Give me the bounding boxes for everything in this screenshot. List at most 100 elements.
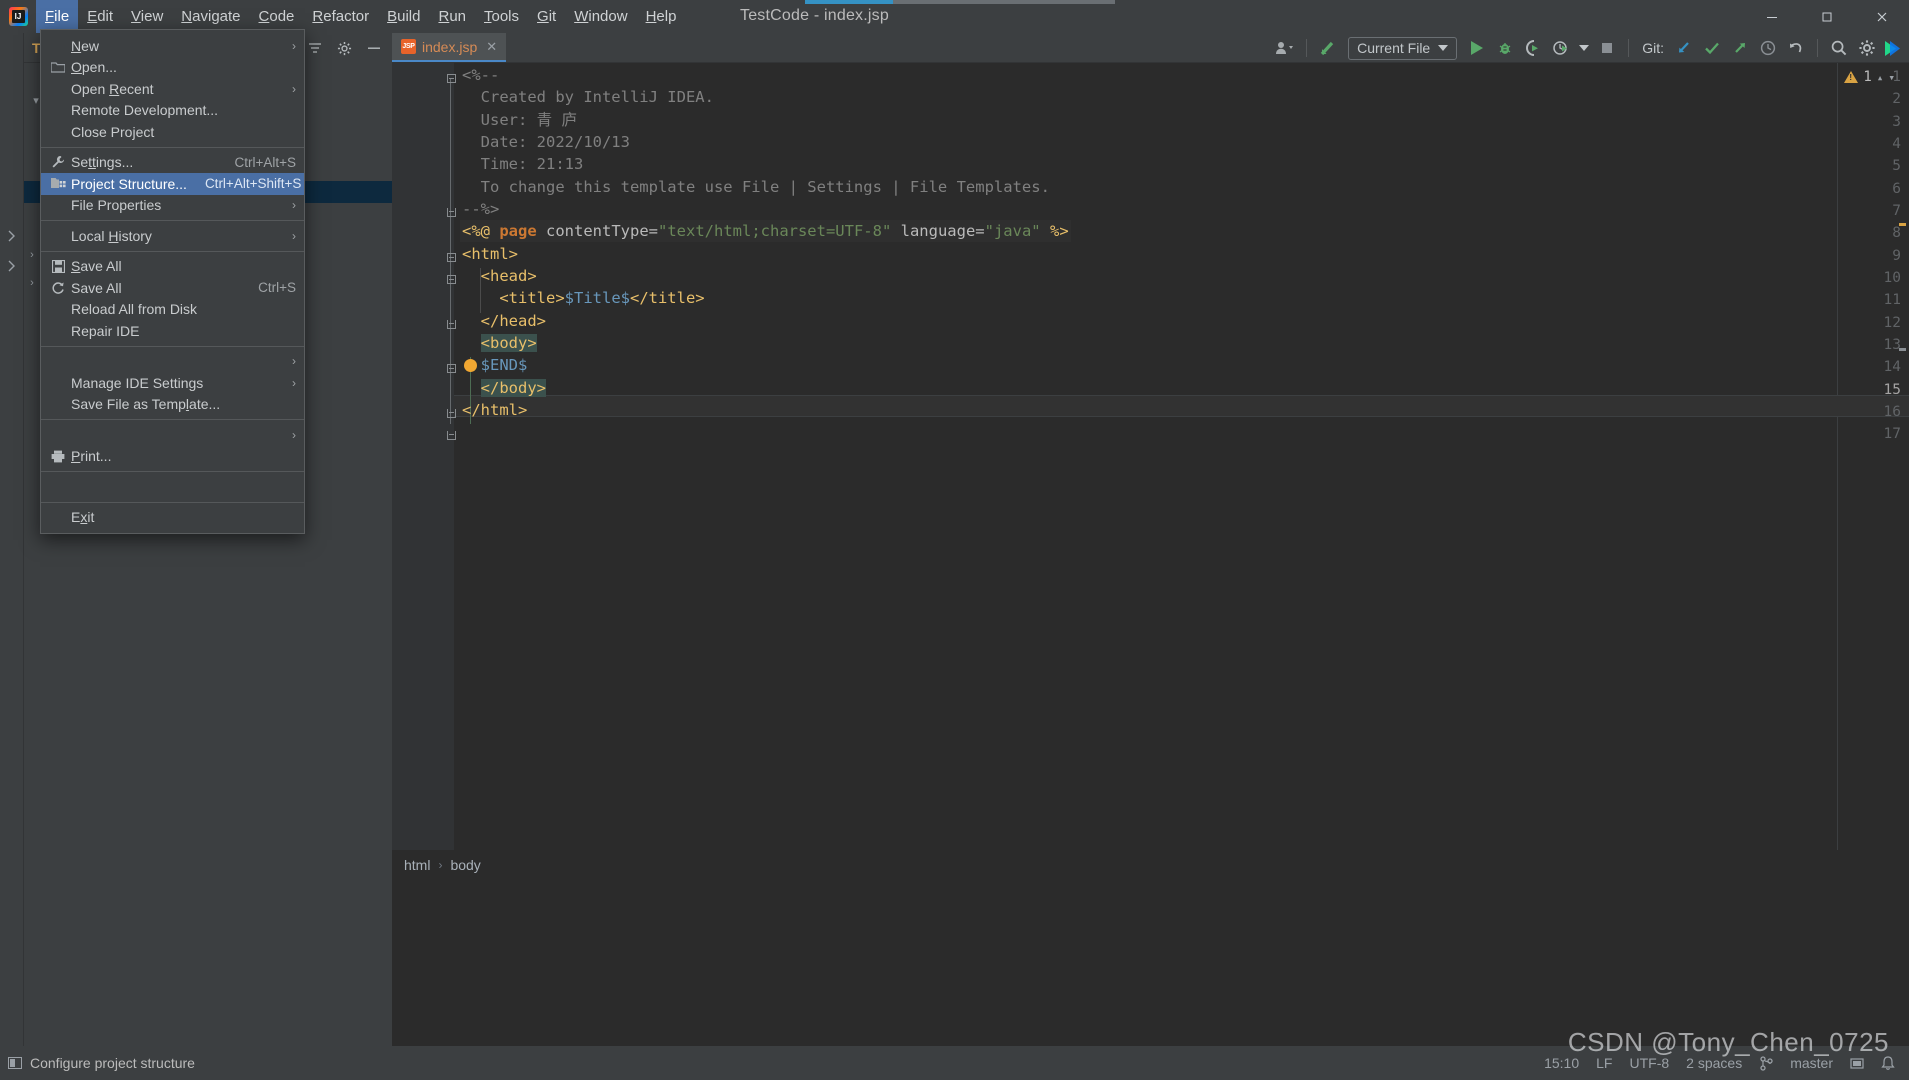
settings-gear-button[interactable] [1853,33,1881,63]
menu-item-save-all[interactable]: Save All [41,256,304,278]
menu-item-save-file-as-template[interactable]: Save File as Template... [41,394,304,416]
menu-separator [41,501,304,503]
menu-separator [41,471,304,472]
status-encoding[interactable]: UTF-8 [1629,1055,1669,1071]
menu-help[interactable]: Help [637,0,686,33]
user-account-icon[interactable] [1271,33,1299,63]
line-number: 15 [1883,382,1901,398]
fold-toggle-html[interactable] [444,246,458,268]
fold-toggle-head-close[interactable] [444,313,458,335]
line-number: 8 [1892,225,1901,241]
intention-bulb-icon[interactable] [464,359,477,372]
debug-bug-icon [1499,43,1511,54]
minimize-button[interactable] [1744,0,1799,33]
run-with-coverage-button[interactable] [1519,33,1547,63]
menu-item-local-history[interactable]: Local History › [41,225,304,247]
hide-panel-icon[interactable] [366,40,382,56]
git-update-button[interactable] [1670,33,1698,63]
chevron-down-icon[interactable]: ▾ [1888,71,1895,84]
menu-item-project-structure[interactable]: Project Structure... Ctrl+Alt+Shift+S [41,173,304,195]
fold-toggle-comment-open[interactable] [444,67,458,89]
git-push-button[interactable] [1726,33,1754,63]
menu-item-shortcut: Ctrl+S [258,280,296,296]
menu-tools[interactable]: Tools [475,0,528,33]
title-progress-bar [805,0,1115,4]
git-rollback-button[interactable] [1782,33,1810,63]
status-indent[interactable]: 2 spaces [1686,1055,1742,1071]
menu-item-label: Print... [71,448,112,465]
run-icon [1471,41,1484,55]
menu-item-label: Project Structure... [71,175,187,192]
status-line-separator[interactable]: LF [1596,1055,1612,1071]
menu-item-repair-ide[interactable]: Reload All from Disk [41,299,304,321]
menu-item-file-properties[interactable]: File Properties › [41,195,304,217]
status-git-branch[interactable]: master [1790,1055,1833,1071]
chevron-down-icon [1579,45,1590,51]
profiler-icon [1553,41,1568,55]
menu-item-label: Reload All from Disk [71,301,198,318]
maximize-button[interactable] [1799,0,1854,33]
line-number-gutter [392,63,454,850]
rail-chevron-project[interactable] [4,228,20,244]
menu-item-print[interactable]: Print... [41,446,304,468]
chevron-right-icon[interactable]: › [26,249,38,261]
line-number: 11 [1883,292,1901,308]
code-editor[interactable]: 1 2 3 4 5 6 7 8 9 10 11 12 13 14 15 16 1… [392,63,1909,850]
chevron-up-icon[interactable]: ▴ [1877,71,1884,84]
chevron-right-icon: › [292,375,296,390]
build-icon[interactable] [1314,33,1342,63]
git-history-button[interactable] [1754,33,1782,63]
profiler-dropdown[interactable] [1575,33,1593,63]
menu-item-power-save-mode[interactable] [41,476,304,498]
menu-item-new[interactable]: New › [41,35,304,57]
memory-indicator-icon[interactable] [1850,1056,1864,1070]
run-button[interactable] [1463,33,1491,63]
stop-button[interactable] [1593,33,1621,63]
status-caret-position[interactable]: 15:10 [1544,1055,1579,1071]
menu-build[interactable]: Build [378,0,429,33]
menu-git[interactable]: Git [528,0,565,33]
notifications-bell-icon[interactable] [1881,1055,1895,1071]
fold-toggle-body[interactable] [444,357,458,379]
ide-avatar-icon[interactable] [1881,33,1909,63]
menu-item-settings[interactable]: Settings... Ctrl+Alt+S [41,152,304,174]
debug-button[interactable] [1491,33,1519,63]
run-configuration-selector[interactable]: Current File [1348,36,1458,60]
menu-item-export[interactable]: › [41,424,304,446]
git-branch-icon[interactable] [1759,1055,1773,1071]
menu-refactor[interactable]: Refactor [303,0,378,33]
menu-item-reload-all-from-disk[interactable]: Save All Ctrl+S [41,277,304,299]
marker-warning[interactable] [1899,223,1906,226]
fold-toggle-head[interactable] [444,268,458,290]
search-everywhere-button[interactable] [1825,33,1853,63]
menu-item-exit[interactable]: Exit [41,507,304,529]
code-line-directive: <%@ page contentType="text/html;charset=… [460,220,1071,243]
menu-item-open-recent[interactable]: Open Recent › [41,78,304,100]
fold-toggle-html-close[interactable] [444,424,458,446]
fold-toggle-body-close[interactable] [444,402,458,424]
breadcrumb-item-body[interactable]: body [450,857,480,873]
menu-item-label: Remote Development... [71,102,219,119]
save-icon [49,259,67,273]
breadcrumb-item-html[interactable]: html [404,857,430,873]
marker-caret[interactable] [1899,348,1906,351]
expand-collapse-icon[interactable] [307,40,323,56]
menu-run[interactable]: Run [429,0,475,33]
menu-window[interactable]: Window [565,0,636,33]
gear-icon[interactable] [337,41,352,56]
rail-chevron-structure[interactable] [4,258,20,274]
tool-window-icon[interactable] [8,1057,22,1069]
inspection-widget[interactable]: 1 ▴ ▾ [1844,69,1895,85]
menu-item-manage-ide-settings[interactable]: › [41,351,304,373]
fold-toggle-comment-close[interactable] [444,201,458,223]
menu-item-label: Settings... [71,154,134,171]
menu-item-open[interactable]: Open... [41,57,304,79]
profiler-button[interactable] [1547,33,1575,63]
menu-item-close-project[interactable]: Close Project [41,121,304,143]
menu-item-invalidate-caches[interactable]: Repair IDE [41,320,304,342]
menu-item-remote-development[interactable]: Remote Development... [41,100,304,122]
close-button[interactable] [1854,0,1909,33]
chevron-right-icon[interactable]: › [26,277,38,289]
menu-item-new-projects-setup[interactable]: Manage IDE Settings › [41,372,304,394]
git-commit-button[interactable] [1698,33,1726,63]
